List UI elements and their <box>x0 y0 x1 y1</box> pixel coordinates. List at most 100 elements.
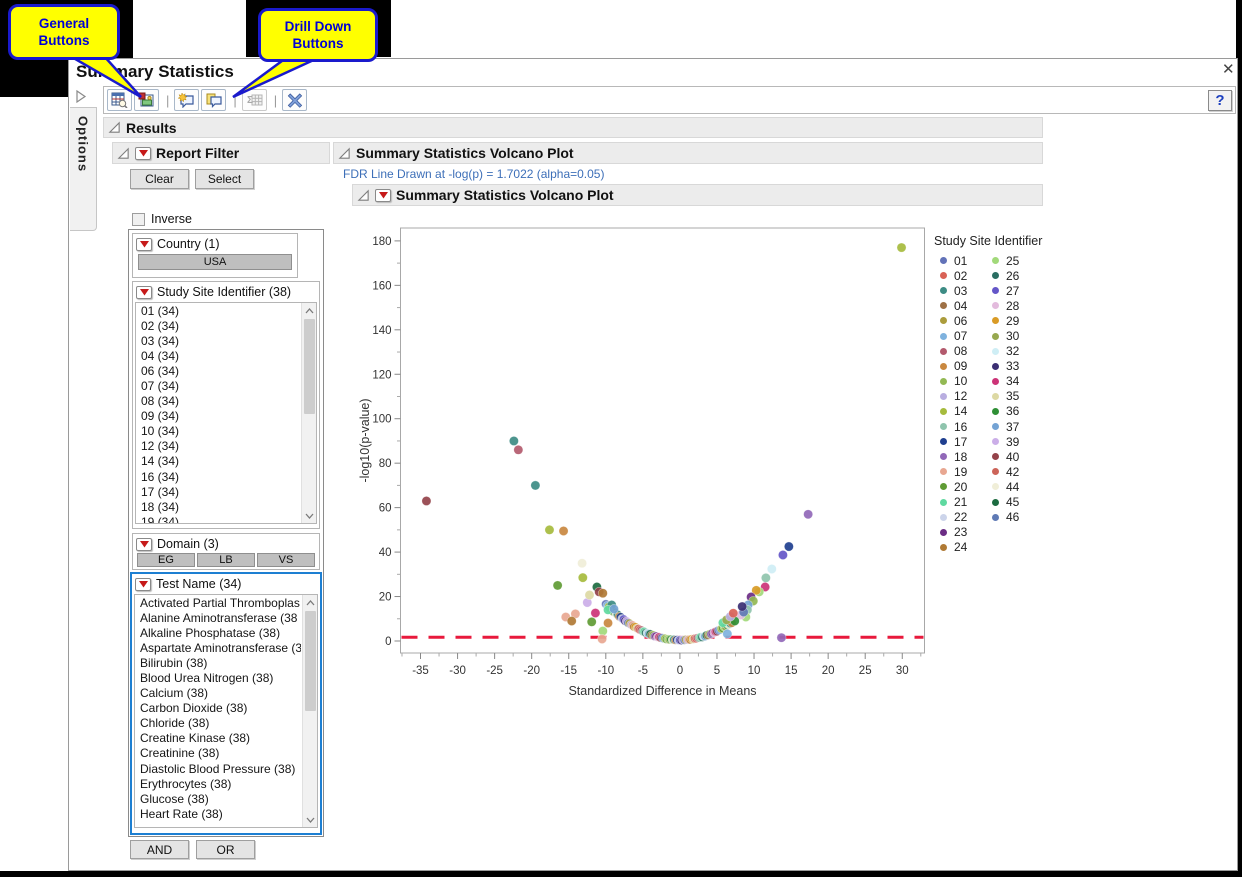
list-item[interactable]: 10 (34) <box>136 424 300 439</box>
list-item[interactable]: 12 (34) <box>136 439 300 454</box>
list-item[interactable]: Alanine Aminotransferase (38 <box>135 611 301 626</box>
list-item[interactable]: 01 (34) <box>136 304 300 319</box>
list-item[interactable]: 06 (34) <box>136 364 300 379</box>
legend-item[interactable]: 27 <box>992 283 1044 298</box>
test-menu-button[interactable] <box>135 578 151 591</box>
legend-item[interactable]: 17 <box>940 434 992 449</box>
list-item[interactable]: Bilirubin (38) <box>135 656 301 671</box>
options-tab[interactable]: Options <box>70 107 97 231</box>
legend-item[interactable]: 39 <box>992 434 1044 449</box>
clear-button[interactable]: Clear <box>130 169 189 189</box>
site-scrollbar[interactable] <box>301 303 316 523</box>
volcano-menu-button[interactable] <box>375 189 391 202</box>
legend-item[interactable]: 12 <box>940 389 992 404</box>
legend-item[interactable]: 44 <box>992 479 1044 494</box>
list-item[interactable]: 19 (34) <box>136 515 300 523</box>
inverse-checkbox[interactable] <box>132 213 145 226</box>
site-menu-button[interactable] <box>136 286 152 299</box>
list-item[interactable]: 07 (34) <box>136 379 300 394</box>
list-item[interactable]: Glucose (38) <box>135 792 301 807</box>
legend-item[interactable]: 02 <box>940 268 992 283</box>
list-item[interactable]: Heart Rate (38) <box>135 807 301 822</box>
country-value-usa[interactable]: USA <box>138 254 292 270</box>
disclosure-open-icon[interactable] <box>338 147 351 160</box>
report-filter-menu-button[interactable] <box>135 147 151 160</box>
list-item[interactable]: Creatinine (38) <box>135 746 301 761</box>
volcano-outer-header[interactable]: Summary Statistics Volcano Plot <box>333 142 1043 164</box>
list-item[interactable]: Erythrocytes (38) <box>135 777 301 792</box>
test-scroll-thumb[interactable] <box>305 611 316 711</box>
list-item[interactable]: Carbon Dioxide (38) <box>135 701 301 716</box>
site-scroll-thumb[interactable] <box>304 319 315 414</box>
legend-item[interactable]: 42 <box>992 464 1044 479</box>
list-item[interactable]: 03 (34) <box>136 334 300 349</box>
list-item[interactable]: 09 (34) <box>136 409 300 424</box>
domain-value-eg[interactable]: EG <box>137 553 195 567</box>
legend-item[interactable]: 09 <box>940 359 992 374</box>
domain-value-vs[interactable]: VS <box>257 553 315 567</box>
legend-item[interactable]: 18 <box>940 449 992 464</box>
legend-item[interactable]: 30 <box>992 328 1044 343</box>
legend-item[interactable]: 19 <box>940 464 992 479</box>
legend-item[interactable]: 35 <box>992 389 1044 404</box>
legend-item[interactable]: 37 <box>992 419 1044 434</box>
legend-item[interactable]: 45 <box>992 495 1044 510</box>
domain-menu-button[interactable] <box>136 538 152 551</box>
and-button[interactable]: AND <box>130 840 189 859</box>
volcano-plot[interactable]: -35-30-25-20-15-10-505101520253002040608… <box>355 225 935 715</box>
legend-item[interactable]: 23 <box>940 525 992 540</box>
close-icon[interactable]: ✕ <box>1222 60 1235 78</box>
legend-item[interactable]: 28 <box>992 298 1044 313</box>
list-item[interactable]: 14 (34) <box>136 454 300 469</box>
legend-item[interactable]: 08 <box>940 344 992 359</box>
list-item[interactable]: 17 (34) <box>136 485 300 500</box>
legend-item[interactable]: 25 <box>992 253 1044 268</box>
list-item[interactable]: Alkaline Phosphatase (38) <box>135 626 301 641</box>
list-item[interactable]: Aspartate Aminotransferase (3 <box>135 641 301 656</box>
scroll-down-icon[interactable] <box>305 513 314 519</box>
legend-item[interactable]: 04 <box>940 298 992 313</box>
help-button[interactable]: ? <box>1208 90 1232 111</box>
results-header[interactable]: Results <box>103 117 1043 138</box>
list-item[interactable]: Activated Partial Thromboplas <box>135 596 301 611</box>
list-item[interactable]: 02 (34) <box>136 319 300 334</box>
domain-value-lb[interactable]: LB <box>197 553 255 567</box>
list-item[interactable]: 18 (34) <box>136 500 300 515</box>
list-item[interactable]: Diastolic Blood Pressure (38) <box>135 762 301 777</box>
legend-item[interactable]: 10 <box>940 374 992 389</box>
legend-item[interactable]: 46 <box>992 510 1044 525</box>
legend-item[interactable]: 14 <box>940 404 992 419</box>
data-table-view-button[interactable] <box>107 89 132 111</box>
select-button[interactable]: Select <box>195 169 254 189</box>
legend-item[interactable]: 36 <box>992 404 1044 419</box>
list-item[interactable]: Creatine Kinase (38) <box>135 731 301 746</box>
test-scrollbar[interactable] <box>302 595 317 827</box>
legend-item[interactable]: 32 <box>992 344 1044 359</box>
save-image-button[interactable] <box>134 89 159 111</box>
disclosure-open-icon[interactable] <box>117 147 130 160</box>
legend-item[interactable]: 03 <box>940 283 992 298</box>
volcano-inner-header[interactable]: Summary Statistics Volcano Plot <box>352 184 1043 206</box>
legend-item[interactable]: 29 <box>992 313 1044 328</box>
delete-button[interactable] <box>282 89 307 111</box>
legend-item[interactable]: 20 <box>940 479 992 494</box>
legend-item[interactable]: 34 <box>992 374 1044 389</box>
list-item[interactable]: 08 (34) <box>136 394 300 409</box>
or-button[interactable]: OR <box>196 840 255 859</box>
list-item[interactable]: Calcium (38) <box>135 686 301 701</box>
legend-item[interactable]: 16 <box>940 419 992 434</box>
legend-item[interactable]: 33 <box>992 359 1044 374</box>
copy-annotation-button[interactable] <box>201 89 226 111</box>
list-item[interactable]: 16 (34) <box>136 470 300 485</box>
report-filter-header[interactable]: Report Filter <box>112 142 330 164</box>
legend-item[interactable]: 21 <box>940 495 992 510</box>
legend-item[interactable]: 24 <box>940 540 992 555</box>
scroll-up-icon[interactable] <box>305 308 314 314</box>
annotation-button[interactable] <box>174 89 199 111</box>
drill-down-table-button[interactable]: Σ <box>242 89 267 111</box>
scroll-up-icon[interactable] <box>306 600 315 606</box>
legend-item[interactable]: 06 <box>940 313 992 328</box>
panel-expander-icon[interactable] <box>74 89 87 104</box>
legend-item[interactable]: 22 <box>940 510 992 525</box>
list-item[interactable]: Chloride (38) <box>135 716 301 731</box>
